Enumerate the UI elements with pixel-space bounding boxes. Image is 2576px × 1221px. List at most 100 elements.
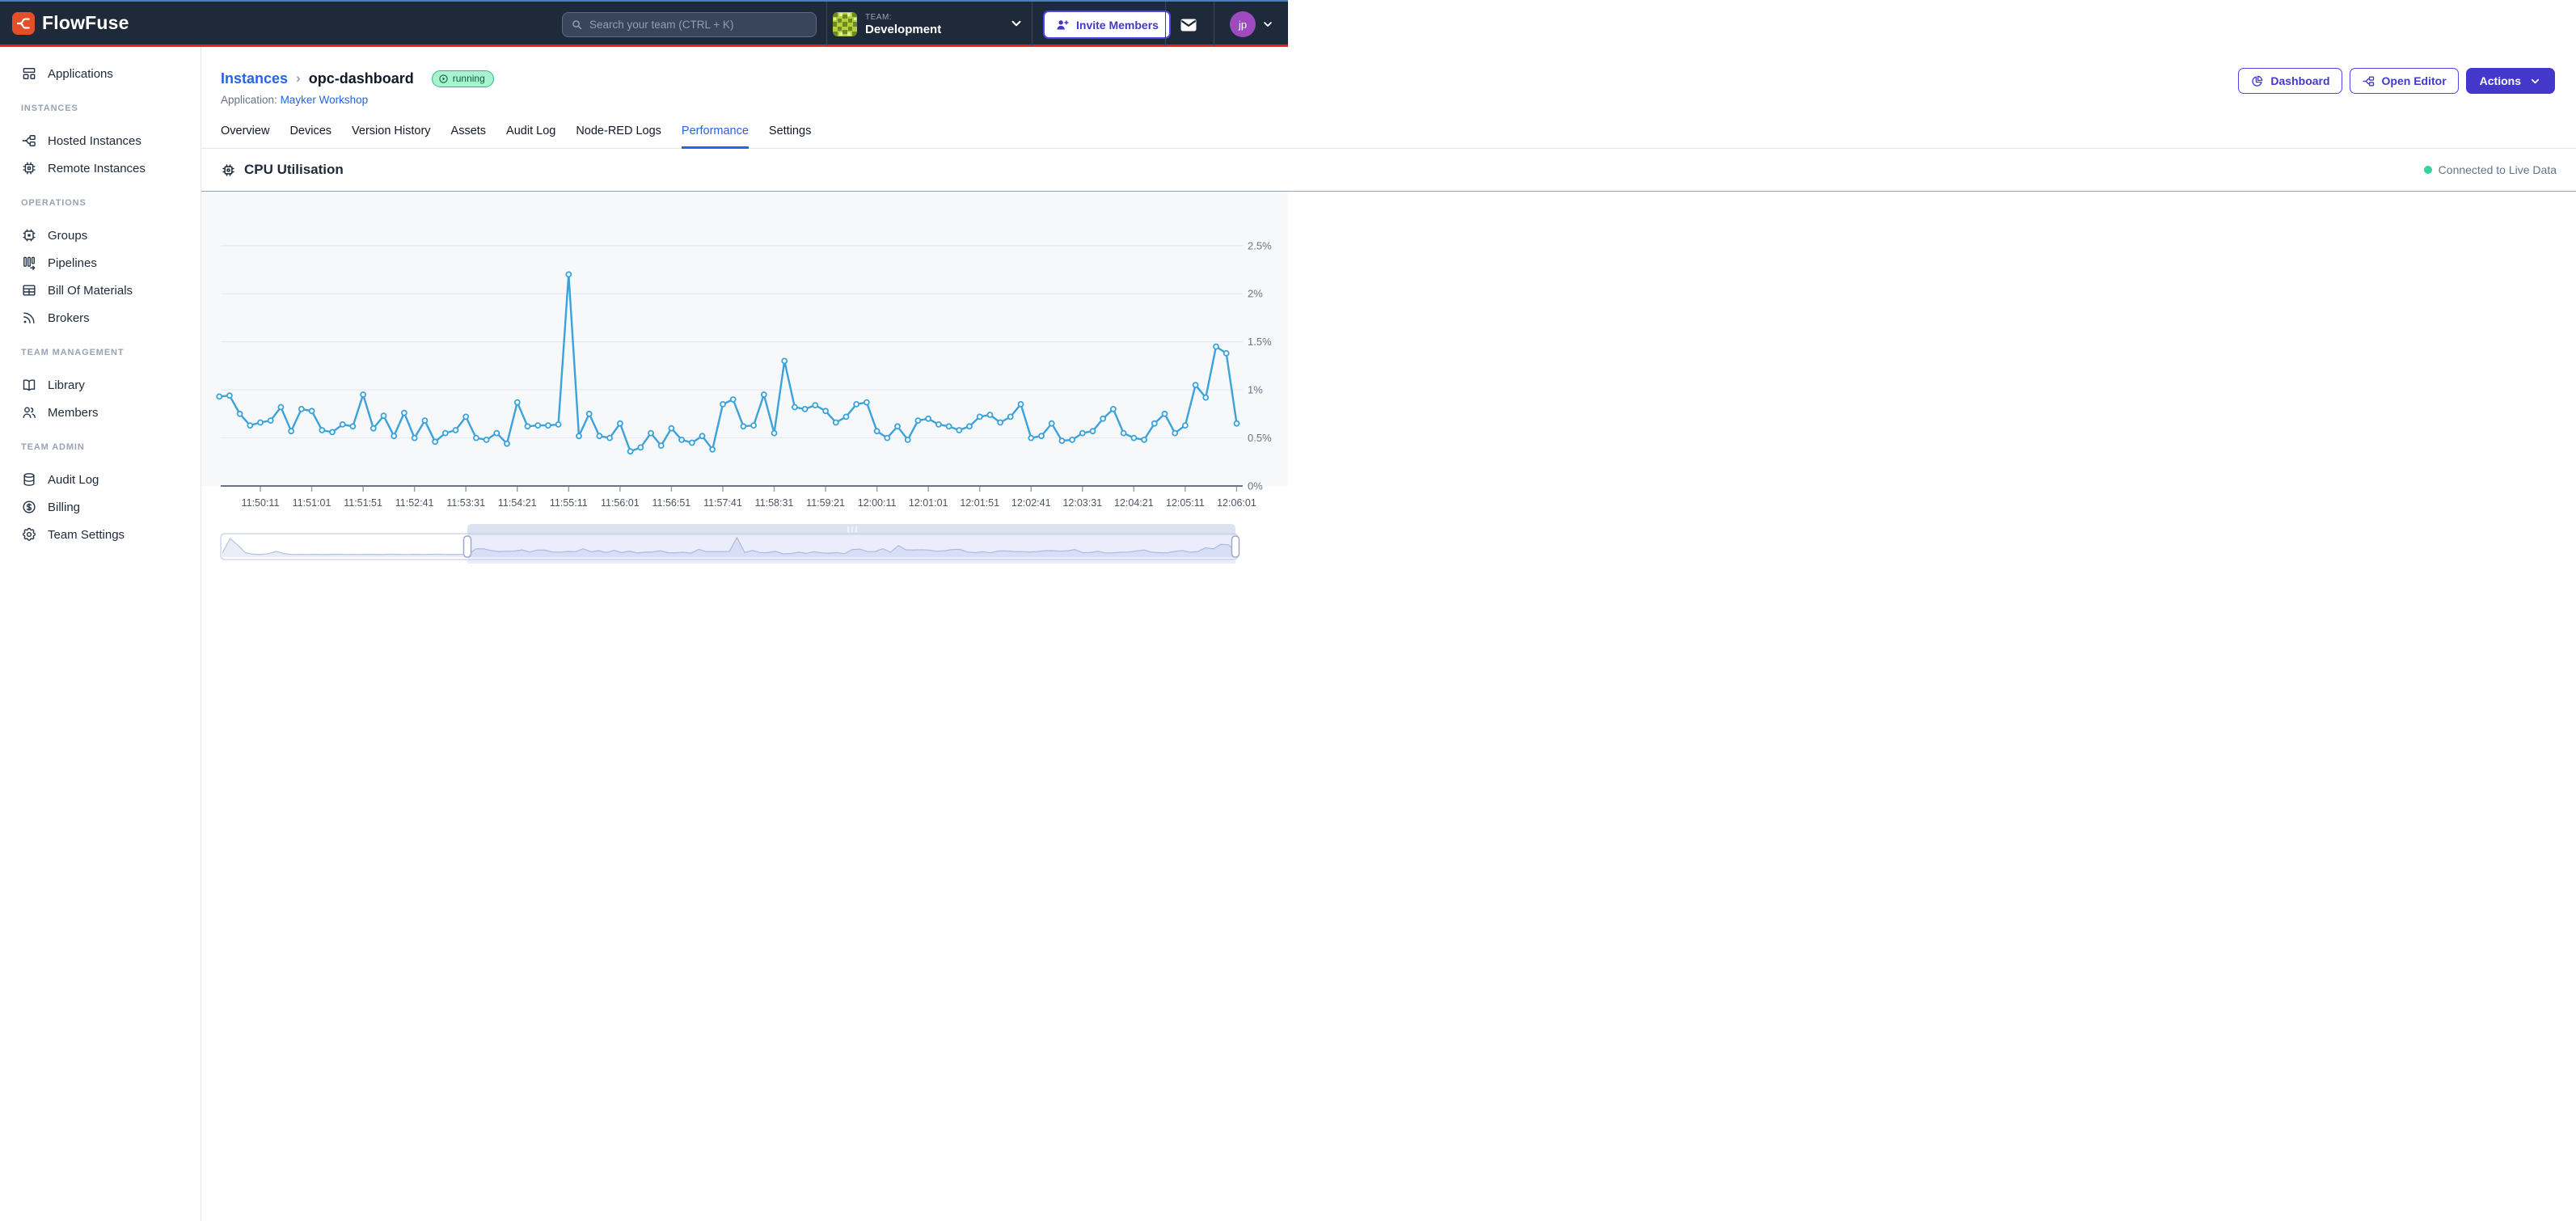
data-point-marker <box>1235 421 1239 426</box>
open-editor-button-label: Open Editor <box>2382 74 2447 87</box>
x-axis-label: 12:00:11 <box>858 497 897 509</box>
plot-background <box>201 192 1288 486</box>
data-point-marker <box>597 433 602 438</box>
x-axis-label: 12:01:51 <box>960 497 999 509</box>
sidebar-item-members[interactable]: Members <box>0 399 201 426</box>
data-point-marker <box>803 407 808 412</box>
sidebar-item-label: Library <box>48 378 85 392</box>
data-point-marker <box>792 405 797 410</box>
data-point-marker <box>1059 438 1064 443</box>
chart-header: CPU Utilisation Connected to Live Data <box>201 149 2576 192</box>
dashboard-button-label: Dashboard <box>2270 74 2329 87</box>
y-axis-label: 2.5% <box>1248 239 1272 251</box>
data-point-marker <box>638 445 643 450</box>
data-point-marker <box>566 272 571 277</box>
data-point-marker <box>1214 344 1218 349</box>
performance-chart: 0%0.5%1%1.5%2%2.5%11:50:1111:51:0111:51:… <box>201 192 1288 572</box>
data-point-marker <box>443 431 448 436</box>
y-axis-label: 2% <box>1248 288 1263 300</box>
tab-devices[interactable]: Devices <box>289 120 332 149</box>
brush-grip-icon[interactable] <box>855 526 857 533</box>
search-input[interactable] <box>589 19 808 31</box>
team-chevron-down-icon[interactable] <box>1009 16 1024 31</box>
sidebar-item-label: Hosted Instances <box>48 134 141 148</box>
sidebar-item-remote-instances[interactable]: Remote Instances <box>0 154 201 182</box>
data-point-marker <box>720 402 725 407</box>
sidebar-item-bill-of-materials[interactable]: Bill Of Materials <box>0 277 201 304</box>
main-content: Instances › opc-dashboard running Applic… <box>201 47 2576 1221</box>
team-search <box>562 12 817 37</box>
tab-settings[interactable]: Settings <box>769 120 811 149</box>
invite-members-button[interactable]: Invite Members <box>1043 11 1171 39</box>
sidebar-item-groups[interactable]: Groups <box>0 222 201 249</box>
brush-grip-icon[interactable] <box>847 526 849 533</box>
data-point-marker <box>402 411 407 416</box>
tab-overview[interactable]: Overview <box>221 120 269 149</box>
user-chevron-down-icon <box>1261 18 1274 31</box>
breadcrumb-instances-link[interactable]: Instances <box>221 70 288 87</box>
brokers-icon <box>21 310 37 326</box>
data-point-marker <box>1193 382 1198 387</box>
data-point-marker <box>382 413 386 418</box>
data-point-marker <box>1111 407 1116 412</box>
actions-button[interactable]: Actions <box>2466 68 2555 94</box>
sidebar-item-audit-log[interactable]: Audit Log <box>0 466 201 493</box>
data-point-marker <box>289 429 293 433</box>
open-editor-button[interactable]: Open Editor <box>2350 68 2459 94</box>
data-point-marker <box>978 414 982 419</box>
team-name: Development <box>865 23 941 36</box>
sidebar-item-pipelines[interactable]: Pipelines <box>0 249 201 277</box>
node-branch-icon <box>2362 74 2375 88</box>
data-point-marker <box>1152 421 1157 426</box>
x-axis-label: 12:01:01 <box>909 497 948 509</box>
data-point-marker <box>731 397 736 402</box>
bill-of-materials-icon <box>21 282 37 298</box>
sidebar-item-hosted-instances[interactable]: Hosted Instances <box>0 127 201 154</box>
sidebar-item-label: Groups <box>48 229 87 243</box>
x-axis-label: 11:50:11 <box>242 497 280 509</box>
x-axis-label: 11:57:41 <box>703 497 742 509</box>
data-point-marker <box>1008 414 1013 419</box>
x-axis-label: 11:58:31 <box>755 497 794 509</box>
pipelines-icon <box>21 255 37 271</box>
tab-performance[interactable]: Performance <box>682 120 749 149</box>
tab-version-history[interactable]: Version History <box>352 120 431 149</box>
brand[interactable]: FlowFuse <box>0 12 202 35</box>
data-point-marker <box>299 407 304 412</box>
brush-handle-right[interactable] <box>1232 536 1239 557</box>
application-link[interactable]: Mayker Workshop <box>281 94 369 106</box>
data-point-marker <box>463 414 468 419</box>
team-selector[interactable]: TEAM: Development <box>833 8 941 40</box>
data-point-marker <box>628 449 633 454</box>
data-point-marker <box>454 428 458 433</box>
sidebar-item-label: Pipelines <box>48 256 97 270</box>
user-menu[interactable]: jp <box>1230 11 1274 37</box>
data-point-marker <box>987 412 992 417</box>
data-point-marker <box>834 420 838 425</box>
hosted-instances-icon <box>21 133 37 149</box>
data-point-marker <box>576 433 581 438</box>
brush-grip-icon[interactable] <box>851 526 853 533</box>
brush-handle-left[interactable] <box>464 536 471 557</box>
team-label: TEAM: <box>865 13 941 22</box>
data-point-marker <box>1163 412 1168 416</box>
sidebar-item-applications[interactable]: Applications <box>0 60 201 87</box>
sidebar-item-team-settings[interactable]: Team Settings <box>0 521 201 548</box>
x-axis-label: 11:51:01 <box>293 497 332 509</box>
tab-bar: Overview Devices Version History Assets Audi… <box>201 120 2576 149</box>
sidebar-item-library[interactable]: Library <box>0 371 201 399</box>
data-point-marker <box>844 414 849 419</box>
data-point-marker <box>330 429 335 434</box>
mail-icon[interactable] <box>1179 15 1198 35</box>
sidebar-item-brokers[interactable]: Brokers <box>0 304 201 332</box>
sidebar-section-instances: INSTANCES <box>0 102 201 115</box>
breadcrumb-separator: › <box>296 70 301 87</box>
data-point-marker <box>1172 431 1177 436</box>
data-point-marker <box>875 429 880 433</box>
tab-audit-log[interactable]: Audit Log <box>506 120 555 149</box>
tab-node-red-logs[interactable]: Node-RED Logs <box>576 120 661 149</box>
dashboard-button[interactable]: Dashboard <box>2238 68 2342 94</box>
sidebar-item-billing[interactable]: Billing <box>0 493 201 521</box>
data-point-marker <box>1142 437 1147 442</box>
tab-assets[interactable]: Assets <box>451 120 487 149</box>
